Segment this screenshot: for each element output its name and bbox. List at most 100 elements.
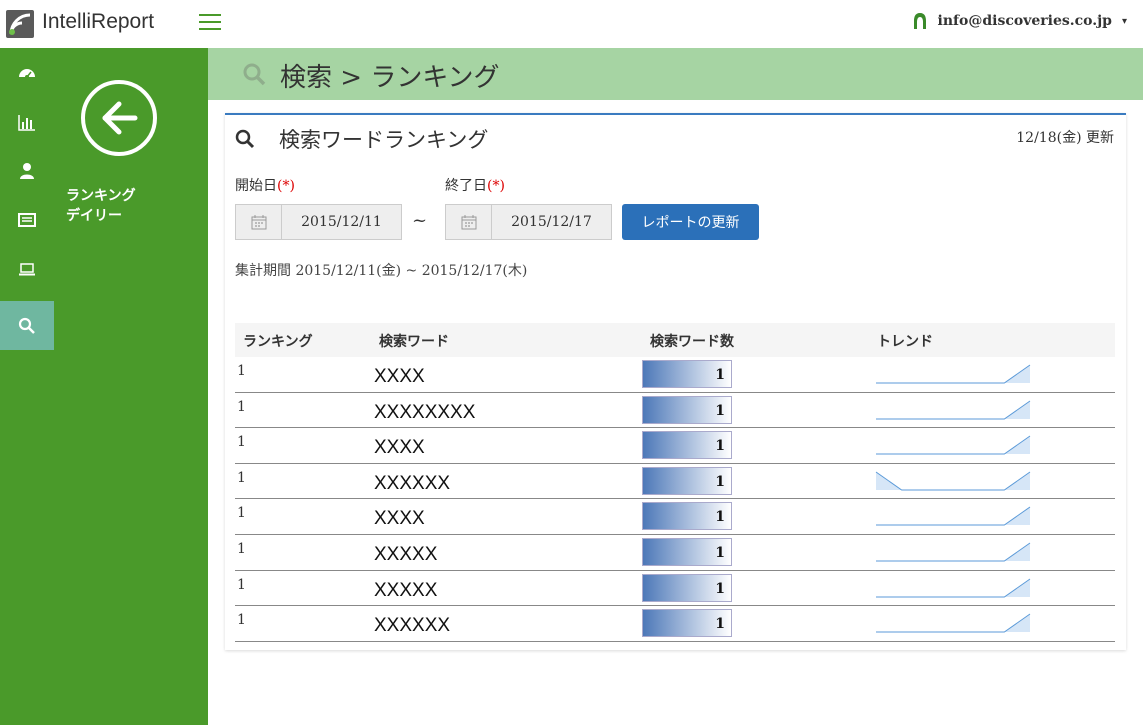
range-separator: ~: [412, 210, 428, 231]
start-date-label-text: 開始日: [235, 178, 277, 194]
search-word-cell: XXXX: [374, 366, 425, 387]
count-bar: 1: [642, 395, 732, 424]
trend-sparkline: [876, 364, 1031, 384]
required-mark: (*): [277, 178, 295, 194]
sidebar-title-line2: デイリー: [66, 208, 122, 224]
end-date-field[interactable]: 2015/12/17: [445, 204, 612, 240]
required-mark: (*): [487, 178, 505, 194]
trend-sparkline: [876, 542, 1031, 562]
dashboard-icon: [19, 68, 35, 79]
start-date-value: 2015/12/11: [301, 214, 382, 230]
sidebar: ランキング デイリー: [0, 48, 208, 725]
trend-area: [876, 614, 1030, 633]
menu-toggle-icon[interactable]: [199, 14, 221, 32]
count-value: 1: [715, 509, 725, 526]
search-word-cell: XXXXX: [374, 543, 438, 565]
end-date-label: 終了日(*): [445, 175, 505, 195]
user-menu[interactable]: info@discoveries.co.jp ▾: [912, 12, 1127, 30]
trend-line: [876, 400, 1031, 420]
count-bar: 1: [642, 466, 732, 495]
trend-line: [876, 542, 1031, 562]
nav-search[interactable]: [0, 301, 54, 350]
col-rank-header: ランキング: [243, 334, 313, 350]
trend-area: [876, 471, 1030, 490]
rank-cell: 1: [237, 576, 246, 593]
count-value: 1: [715, 438, 725, 455]
trend-line: [876, 364, 1031, 384]
table-row: 1 XXXXXX 1: [235, 606, 1115, 642]
rank-cell: 1: [237, 398, 246, 415]
nav-users[interactable]: [0, 146, 54, 195]
count-bar: 1: [642, 609, 732, 638]
table-row: 1 XXXX 1: [235, 357, 1115, 393]
trend-line: [876, 506, 1031, 526]
nav-reports[interactable]: [0, 97, 54, 146]
trend-area: [876, 578, 1030, 597]
top-bar: IntelliReport info@discoveries.co.jp ▾: [0, 0, 1143, 48]
end-date-label-text: 終了日: [445, 178, 487, 194]
trend-sparkline: [876, 613, 1031, 633]
trend-area: [876, 436, 1030, 455]
sidebar-title-line1: ランキング: [66, 188, 136, 204]
back-button[interactable]: [81, 80, 157, 156]
sidebar-title: ランキング デイリー: [66, 186, 136, 226]
rank-cell: 1: [237, 505, 246, 522]
table-body: 1 XXXX 1 1 XXXXXXXX 1 1 XXXX 1 1 XXXXXX 1 1 XXXX 1 1 XXX…: [235, 357, 1115, 642]
count-value: 1: [715, 544, 725, 561]
nav-devices[interactable]: [0, 244, 54, 293]
search-word-cell: XXXXX: [374, 579, 438, 601]
count-value: 1: [715, 580, 725, 597]
trend-line: [875, 471, 1031, 491]
search-word-cell: XXXXXXXX: [374, 401, 476, 423]
arrow-left-icon: [102, 101, 138, 135]
search-icon: [18, 317, 35, 334]
trend-line: [876, 435, 1031, 455]
nav-dashboard[interactable]: [0, 48, 54, 97]
table-header: ランキング 検索ワード 検索ワード数 トレンド: [235, 323, 1115, 357]
rank-cell: 1: [237, 363, 246, 379]
count-value: 1: [715, 473, 725, 490]
rank-cell: 1: [237, 434, 246, 451]
trend-area: [876, 400, 1030, 419]
card-title: 検索ワードランキング: [279, 128, 489, 152]
list-icon: [18, 212, 36, 227]
table-row: 1 XXXXXX 1: [235, 464, 1115, 500]
count-bar: 1: [642, 360, 732, 388]
trend-sparkline: [876, 578, 1031, 598]
icon-rail: [0, 48, 54, 725]
nav-list[interactable]: [0, 195, 54, 244]
rank-cell: 1: [237, 540, 246, 557]
calendar-icon: [236, 205, 282, 239]
trend-area: [876, 365, 1030, 383]
search-icon: [243, 63, 266, 86]
search-word-cell: XXXXXX: [374, 472, 451, 494]
count-bar: 1: [642, 502, 732, 531]
table-row: 1 XXXXXXXX 1: [235, 393, 1115, 429]
page-header: 検索 > ランキング: [208, 48, 1143, 100]
rank-cell: 1: [237, 469, 246, 486]
ranking-table: ランキング 検索ワード 検索ワード数 トレンド 1 XXXX 1 1 XXXXXXXX 1…: [235, 323, 1115, 642]
search-icon: [235, 129, 255, 149]
col-trend-header: トレンド: [877, 334, 933, 350]
count-value: 1: [715, 367, 725, 383]
trend-sparkline: [876, 400, 1031, 420]
trend-sparkline: [876, 435, 1031, 455]
trend-area: [876, 507, 1030, 526]
trend-area: [876, 542, 1030, 561]
laptop-icon: [19, 262, 35, 275]
count-value: 1: [715, 616, 725, 633]
table-row: 1 XXXXX 1: [235, 571, 1115, 607]
search-word-cell: XXXXXX: [374, 615, 451, 637]
update-report-button[interactable]: レポートの更新: [622, 204, 759, 240]
start-date-field[interactable]: 2015/12/11: [235, 204, 402, 240]
updated-label: 12/18(金) 更新: [1016, 130, 1114, 146]
user-avatar-icon: [913, 13, 926, 29]
table-row: 1 XXXX 1: [235, 499, 1115, 535]
rank-cell: 1: [237, 612, 246, 629]
start-date-label: 開始日(*): [235, 175, 295, 195]
count-value: 1: [715, 402, 725, 419]
user-email: info@discoveries.co.jp: [937, 13, 1112, 29]
page-title: 検索 > ランキング: [280, 63, 500, 93]
search-word-cell: XXXX: [374, 437, 425, 459]
app-name: IntelliReport: [42, 10, 155, 33]
